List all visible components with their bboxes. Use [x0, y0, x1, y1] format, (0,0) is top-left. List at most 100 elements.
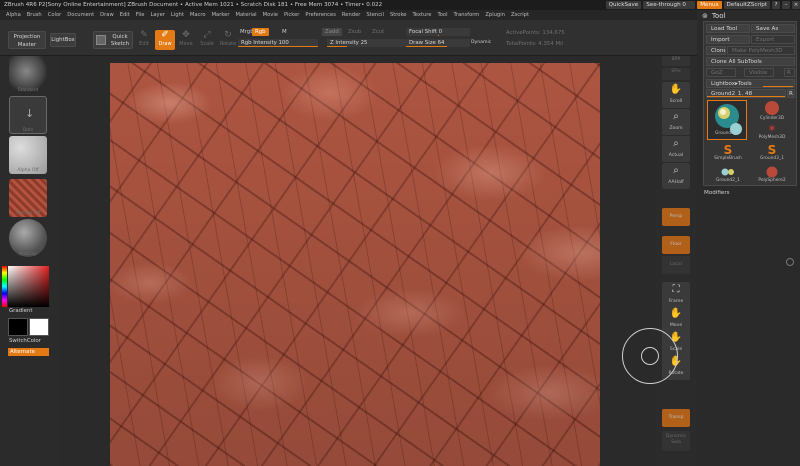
- menu-edit[interactable]: Edit: [117, 10, 133, 20]
- quick-sketch-button[interactable]: Quick Sketch: [93, 31, 133, 49]
- sculpt-surface: [110, 63, 600, 466]
- menu-file[interactable]: File: [133, 10, 148, 20]
- menu-texture[interactable]: Texture: [409, 10, 434, 20]
- menu-document[interactable]: Document: [64, 10, 97, 20]
- gradient-label[interactable]: Gradient: [9, 308, 32, 314]
- menus-button[interactable]: Menus: [697, 1, 722, 9]
- tool-tile-ground2-sub[interactable]: Ground2_1: [708, 166, 748, 186]
- menu-draw[interactable]: Draw: [97, 10, 117, 20]
- move-button[interactable]: ✋ Move: [662, 306, 690, 332]
- menu-transform[interactable]: Transform: [451, 10, 483, 20]
- quick-sketch-label: Quick Sketch: [110, 34, 130, 47]
- scroll-button[interactable]: ✋ Scroll: [662, 82, 690, 108]
- menu-picker[interactable]: Picker: [281, 10, 302, 20]
- dynamic-solo-button[interactable]: Dynamic Solo: [662, 431, 690, 451]
- rgb-toggle[interactable]: Rgb: [252, 28, 269, 36]
- menu-color[interactable]: Color: [45, 10, 65, 20]
- actual-button[interactable]: ⌕ Actual: [662, 136, 690, 162]
- spix-button[interactable]: SPix: [662, 68, 690, 80]
- document-canvas[interactable]: [110, 63, 600, 466]
- floor-button[interactable]: Floor: [662, 236, 690, 254]
- menu-zscript[interactable]: Zscript: [508, 10, 532, 20]
- menu-tool[interactable]: Tool: [434, 10, 450, 20]
- minimize-icon[interactable]: –: [782, 1, 790, 9]
- bpr-button[interactable]: BPR: [662, 56, 690, 66]
- menu-render[interactable]: Render: [339, 10, 363, 20]
- modifiers-header[interactable]: Modifiers: [704, 190, 730, 196]
- transp-button[interactable]: Transp: [662, 409, 690, 427]
- help-icon[interactable]: ?: [772, 1, 780, 9]
- load-tool-button[interactable]: Load Tool: [706, 24, 750, 33]
- zadd-toggle[interactable]: Zadd: [322, 28, 342, 36]
- menu-macro[interactable]: Macro: [187, 10, 209, 20]
- menu-stroke[interactable]: Stroke: [387, 10, 410, 20]
- primary-color-swatch[interactable]: [8, 318, 28, 336]
- current-tool-r-button[interactable]: R: [787, 89, 795, 98]
- mode-rotate[interactable]: ↻ Rotate: [218, 30, 238, 50]
- menu-layer[interactable]: Layer: [147, 10, 167, 20]
- frame-button[interactable]: ⛶ Frame: [662, 282, 690, 308]
- draw-size-slider[interactable]: Draw Size 64: [406, 39, 470, 47]
- clone-button[interactable]: Clone: [706, 46, 726, 55]
- menu-preferences[interactable]: Preferences: [302, 10, 339, 20]
- menu-material[interactable]: Material: [233, 10, 260, 20]
- export-button[interactable]: Export: [751, 35, 795, 44]
- switchcolor-button[interactable]: SwitchColor: [9, 338, 41, 344]
- z-intensity-slider[interactable]: Z Intensity 25: [327, 39, 407, 47]
- frame-label: Frame: [668, 299, 684, 304]
- menu-marker[interactable]: Marker: [209, 10, 233, 20]
- persp-button[interactable]: Persp: [662, 208, 690, 226]
- projection-master-button[interactable]: Projection Master: [8, 31, 46, 49]
- tool-tile-simplebrush[interactable]: S SimpleBrush: [708, 144, 748, 164]
- menu-stencil[interactable]: Stencil: [363, 10, 387, 20]
- sketch-icon: [96, 35, 106, 45]
- mode-draw[interactable]: ✐ Draw: [155, 30, 175, 50]
- lightbox-button[interactable]: LightBox: [50, 33, 76, 47]
- menu-brush[interactable]: Brush: [24, 10, 45, 20]
- tool-tile-cylinder[interactable]: Cylinder3D: [752, 100, 792, 122]
- menu-movie[interactable]: Movie: [260, 10, 281, 20]
- tool-tile-ground3[interactable]: S Ground3_1: [752, 144, 792, 164]
- palette-scroll-knob[interactable]: [786, 258, 794, 266]
- m-toggle[interactable]: M: [282, 29, 287, 35]
- zsub-toggle[interactable]: Zsub: [348, 29, 361, 35]
- color-picker[interactable]: [8, 266, 49, 307]
- local-button[interactable]: Local: [662, 256, 690, 274]
- material-caption: MatCap: [19, 252, 37, 257]
- menu-alpha[interactable]: Alpha: [3, 10, 24, 20]
- current-tool-slider[interactable]: Ground2_1. 48: [706, 89, 786, 98]
- aahalf-button[interactable]: ⌕ AAHalf: [662, 163, 690, 189]
- tool-tile-polysphere[interactable]: PolySphere2: [752, 166, 792, 186]
- zoom-button[interactable]: ⌕ Zoom: [662, 109, 690, 135]
- close-icon[interactable]: ×: [792, 1, 800, 9]
- tool-tile-small-sphere[interactable]: [729, 122, 743, 136]
- texture-caption: Texture Off: [15, 211, 41, 216]
- rgb-intensity-slider[interactable]: Rgb Intensity 100: [238, 39, 318, 47]
- goz-r-button[interactable]: R: [784, 68, 795, 77]
- quicksave-button[interactable]: QuickSave: [605, 1, 642, 9]
- save-as-button[interactable]: Save As: [751, 24, 795, 33]
- draw-icon: ✐: [161, 30, 169, 40]
- mode-edit[interactable]: ✎ Edit: [134, 30, 154, 50]
- focal-shift-slider[interactable]: Focal Shift 0: [406, 28, 470, 36]
- menu-light[interactable]: Light: [168, 10, 187, 20]
- visible-button[interactable]: Visible: [744, 68, 774, 77]
- hue-strip[interactable]: [2, 266, 7, 307]
- lightbox-tools-button[interactable]: Lightbox▸Tools: [706, 79, 795, 88]
- zcut-toggle[interactable]: Zcut: [372, 29, 384, 35]
- mode-scale[interactable]: ⤢ Scale: [197, 30, 217, 50]
- goz-button[interactable]: GoZ: [706, 68, 736, 77]
- seethrough-label: See-through 0: [646, 2, 686, 8]
- rgb-intensity-fill: [238, 45, 318, 47]
- secondary-color-swatch[interactable]: [29, 318, 49, 336]
- seethrough-slider[interactable]: See-through 0: [643, 1, 696, 9]
- alternate-button[interactable]: Alternate: [8, 348, 49, 356]
- import-button[interactable]: Import: [706, 35, 750, 44]
- dynamic-toggle[interactable]: Dynamic: [471, 40, 491, 45]
- menu-zplugin[interactable]: Zplugin: [482, 10, 508, 20]
- tool-tile-polymesh[interactable]: ✶ PolyMesh3D: [752, 123, 792, 143]
- default-zscript-button[interactable]: DefaultZScript: [723, 1, 770, 9]
- make-polymesh-button[interactable]: Make PolyMesh3D: [727, 46, 795, 55]
- clone-all-subtools-button[interactable]: Clone All SubTools: [706, 57, 795, 66]
- mode-move[interactable]: ✥ Move: [176, 30, 196, 50]
